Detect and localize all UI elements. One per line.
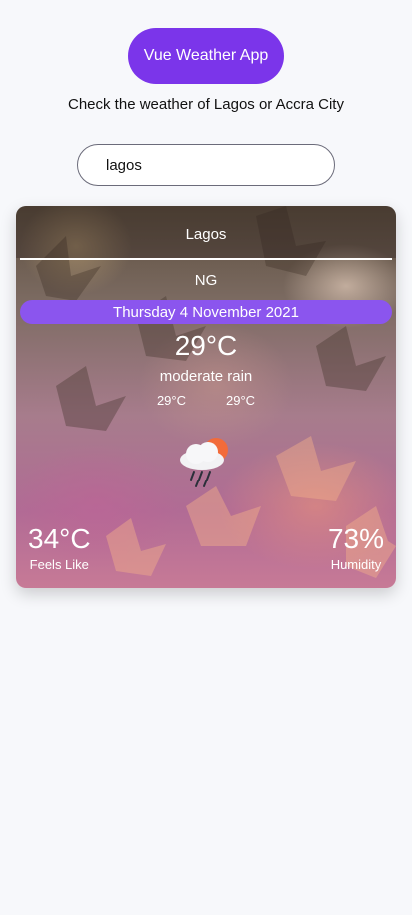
temp-max: 29°C bbox=[226, 393, 256, 408]
weather-description: moderate rain bbox=[159, 368, 253, 385]
feels-like-label: Feels Like bbox=[29, 557, 89, 572]
feels-like-value: 34°C bbox=[28, 523, 91, 554]
card-divider bbox=[20, 258, 392, 260]
app-title-badge: Vue Weather App bbox=[128, 28, 284, 84]
feels-like-stat: 34°C Feels Like bbox=[28, 522, 91, 574]
humidity-value: 73% bbox=[327, 523, 384, 554]
date-pill: Thursday 4 November 2021 bbox=[20, 300, 392, 324]
search-input[interactable] bbox=[77, 144, 335, 186]
cloud-sun-rain-icon bbox=[180, 438, 228, 487]
humidity-label: Humidity bbox=[330, 557, 382, 572]
humidity-stat: 73% Humidity bbox=[328, 522, 384, 574]
page: Vue Weather App Check the weather of Lag… bbox=[0, 0, 412, 915]
page-subtitle: Check the weather of Lagos or Accra City bbox=[68, 96, 344, 113]
weather-card: Lagos NG Thursday 4 November 2021 29°C m… bbox=[16, 206, 396, 588]
city-name: Lagos bbox=[185, 226, 227, 243]
temp-min: 29°C bbox=[156, 393, 186, 408]
current-temperature: 29°C bbox=[174, 330, 238, 361]
country-code: NG bbox=[194, 272, 218, 289]
temp-range: 29°C 29°C bbox=[16, 393, 396, 408]
